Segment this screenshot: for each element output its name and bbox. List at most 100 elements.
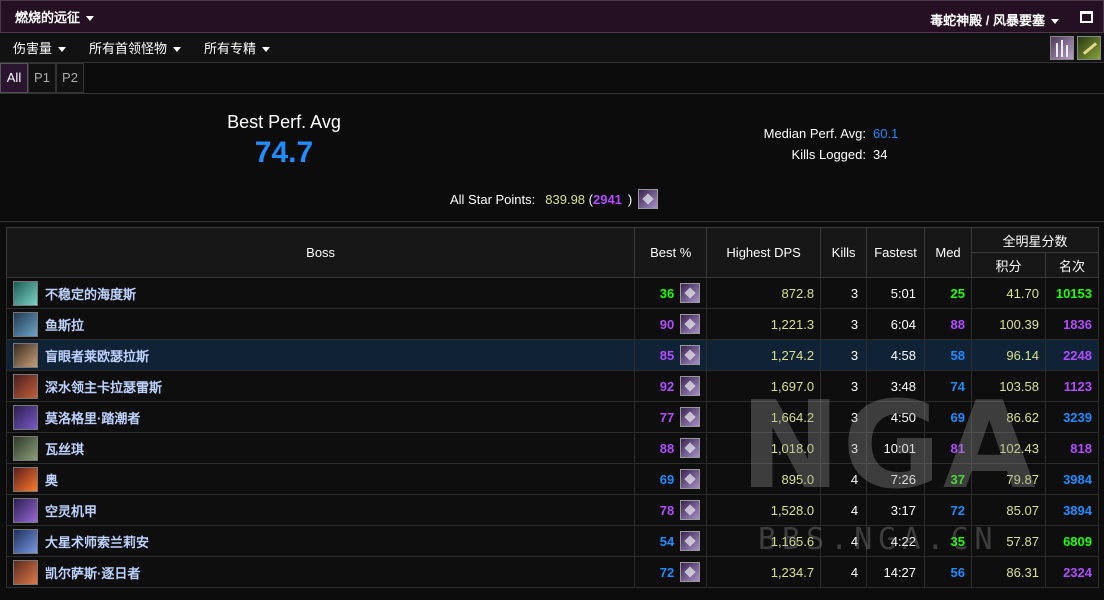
col-best[interactable]: Best % (634, 227, 708, 278)
boss-cell[interactable]: 瓦丝琪 (5, 432, 636, 464)
metric-dropdown[interactable]: 伤害量 (13, 38, 67, 57)
best-cell: 36 (634, 277, 708, 309)
boss-name[interactable]: 不稳定的海度斯 (45, 284, 136, 303)
col-dps[interactable]: Highest DPS (706, 227, 822, 278)
tab-p2[interactable]: P2 (56, 63, 84, 93)
best-percent: 88 (659, 440, 675, 456)
best-cell: 78 (634, 494, 708, 526)
best-wrap: 78 (660, 500, 701, 520)
boss-wrap: 鱼斯拉 (13, 311, 634, 337)
col-kills[interactable]: Kills (820, 227, 868, 278)
top-bar: 燃烧的远征 毒蛇神殿 / 风暴要塞 (0, 0, 1104, 33)
kills-value: 34 (873, 147, 888, 162)
boss-wrap: 空灵机甲 (13, 497, 634, 523)
spec-filter-label: 所有专精 (204, 41, 257, 56)
best-wrap: 72 (659, 562, 701, 582)
kills: 3 (820, 370, 868, 402)
best-cell: 92 (634, 370, 708, 402)
allstar-points: 96.14 (971, 339, 1046, 371)
boss-cell[interactable]: 空灵机甲 (5, 494, 636, 526)
boss-cell[interactable]: 深水领主卡拉瑟雷斯 (5, 370, 636, 402)
kills: 3 (820, 277, 868, 309)
allstar-points: 79.87 (971, 463, 1046, 495)
boss-name[interactable]: 瓦丝琪 (45, 439, 84, 458)
boss-wrap: 奥 (13, 466, 634, 492)
boss-cell[interactable]: 大星术师索兰莉安 (5, 525, 636, 557)
boss-cell[interactable]: 奥 (5, 463, 636, 495)
highest-dps: 1,274.2 (706, 339, 822, 371)
boss-icon (13, 404, 38, 430)
allstar-rank: 818 (1044, 432, 1100, 464)
table-row[interactable]: 大星术师索兰莉安 54 1,165.6 4 4:22 35 57.87 6809 (5, 525, 1100, 557)
expansion-dropdown[interactable]: 燃烧的远征 (15, 7, 95, 26)
col-fastest[interactable]: Fastest (866, 227, 926, 278)
boss-name[interactable]: 深水领主卡拉瑟雷斯 (45, 377, 162, 396)
boss-cell[interactable]: 盲眼者莱欧瑟拉斯 (5, 339, 636, 371)
table-row[interactable]: 不稳定的海度斯 36 872.8 3 5:01 25 41.70 10153 (5, 277, 1100, 309)
boss-cell[interactable]: 鱼斯拉 (5, 308, 636, 340)
best-wrap: 92 (660, 376, 701, 396)
col-points[interactable]: 积分 (971, 252, 1046, 278)
table-row[interactable]: 空灵机甲 78 1,528.0 4 3:17 72 85.07 3894 (5, 494, 1100, 526)
zone-dropdown[interactable]: 毒蛇神殿 / 风暴要塞 (930, 10, 1059, 29)
boss-name[interactable]: 奥 (45, 470, 58, 489)
spec-filter-dropdown[interactable]: 所有专精 (204, 38, 271, 57)
table-row[interactable]: 盲眼者莱欧瑟拉斯 85 1,274.2 3 4:58 58 96.14 2248 (5, 339, 1100, 371)
boss-name[interactable]: 鱼斯拉 (45, 315, 84, 334)
best-percent: 72 (659, 564, 675, 580)
best-wrap: 54 (660, 531, 701, 551)
allstar-points: 57.87 (971, 525, 1046, 557)
best-percent: 69 (659, 471, 675, 487)
boss-icon (13, 373, 38, 399)
boss-cell[interactable]: 莫洛格里·踏潮者 (5, 401, 636, 433)
highest-dps: 1,697.0 (706, 370, 822, 402)
class-spec-icon (680, 345, 701, 365)
maximize-icon[interactable] (1080, 11, 1093, 23)
tab-all[interactable]: All (0, 63, 28, 93)
boss-name[interactable]: 盲眼者莱欧瑟拉斯 (45, 346, 149, 365)
table-row[interactable]: 深水领主卡拉瑟雷斯 92 1,697.0 3 3:48 74 103.58 1123 (5, 370, 1100, 402)
allstar-points: 86.62 (971, 401, 1046, 433)
kills: 3 (820, 432, 868, 464)
best-perf-value: 74.7 (254, 136, 314, 169)
summary-panel: Best Perf. Avg 74.7 Median Perf. Avg: 60… (0, 94, 1104, 222)
boss-filter-dropdown[interactable]: 所有首领怪物 (89, 38, 182, 57)
best-wrap: 77 (660, 407, 701, 427)
median: 88 (924, 308, 972, 340)
filter-bar: 伤害量 所有首领怪物 所有专精 (0, 33, 1104, 63)
fastest: 6:04 (866, 308, 926, 340)
class-spec-icon (638, 189, 659, 209)
allstar-rank: 2248 (1044, 339, 1100, 371)
raid-icon[interactable] (1050, 36, 1074, 60)
allstar-rank: 6809 (1044, 525, 1100, 557)
chevron-down-icon (262, 47, 271, 53)
class-spec-icon (680, 376, 701, 396)
key-icon[interactable] (1077, 36, 1101, 60)
boss-icon (13, 280, 38, 306)
fastest: 4:58 (866, 339, 926, 371)
boss-name[interactable]: 空灵机甲 (45, 501, 97, 520)
allstar-points: 85.07 (971, 494, 1046, 526)
boss-name[interactable]: 大星术师索兰莉安 (45, 532, 149, 551)
median: 74 (924, 370, 972, 402)
table-row[interactable]: 莫洛格里·踏潮者 77 1,664.2 3 4:50 69 86.62 3239 (5, 401, 1100, 433)
boss-name[interactable]: 凯尔萨斯·逐日者 (45, 563, 140, 582)
table-row[interactable]: 奥 69 895.0 4 7:26 37 79.87 3984 (5, 463, 1100, 495)
best-cell: 72 (634, 556, 708, 588)
boss-name[interactable]: 莫洛格里·踏潮者 (45, 408, 140, 427)
allstar-rank: 3984 (1044, 463, 1100, 495)
table-row[interactable]: 鱼斯拉 90 1,221.3 3 6:04 88 100.39 1836 (5, 308, 1100, 340)
boss-cell[interactable]: 不稳定的海度斯 (5, 277, 636, 309)
table-row[interactable]: 瓦丝琪 88 1,018.0 3 10:01 81 102.43 818 (5, 432, 1100, 464)
table-row[interactable]: 凯尔萨斯·逐日者 72 1,234.7 4 14:27 56 86.31 2324 (5, 556, 1100, 588)
col-med[interactable]: Med (924, 227, 972, 278)
tab-p1[interactable]: P1 (28, 63, 56, 93)
boss-cell[interactable]: 凯尔萨斯·逐日者 (5, 556, 636, 588)
best-wrap: 85 (660, 345, 701, 365)
boss-icon (13, 559, 38, 585)
col-rank[interactable]: 名次 (1044, 252, 1100, 278)
col-boss[interactable]: Boss (5, 227, 636, 278)
star-points-value: 839.98 (545, 191, 586, 207)
fastest: 14:27 (866, 556, 926, 588)
highest-dps: 1,221.3 (706, 308, 822, 340)
